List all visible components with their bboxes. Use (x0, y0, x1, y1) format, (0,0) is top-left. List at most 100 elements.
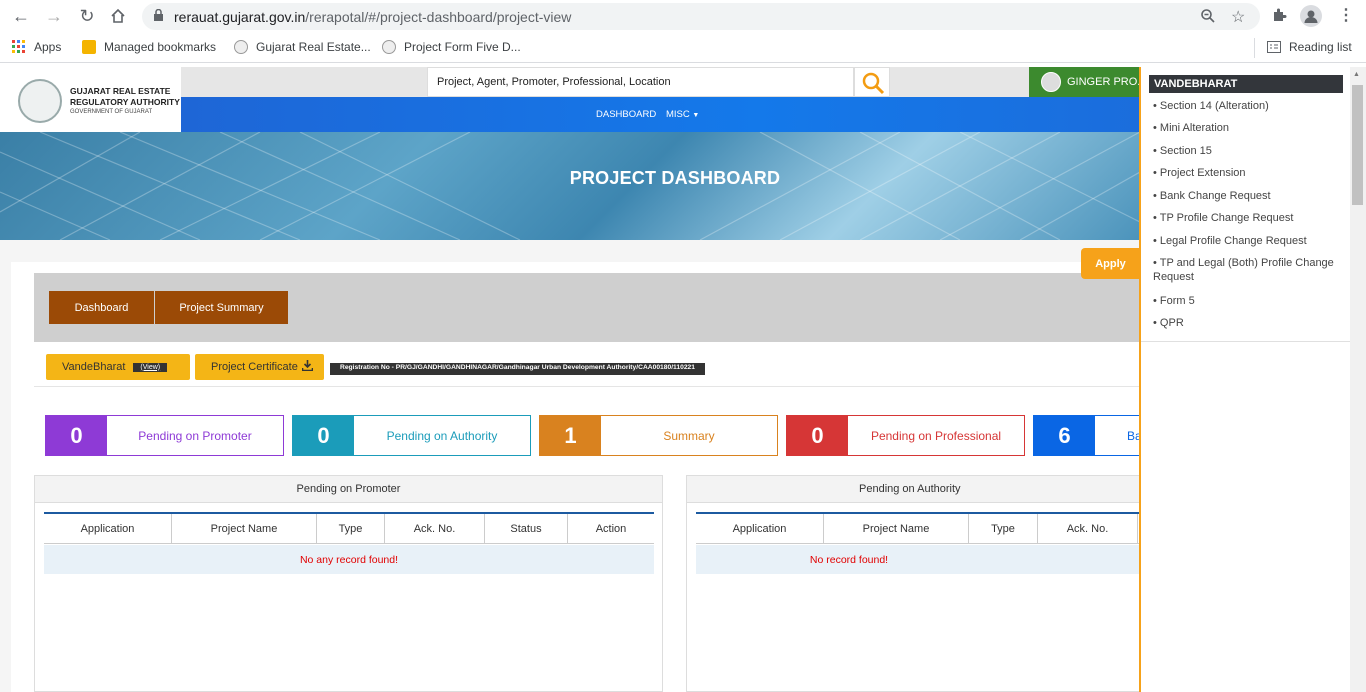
caret-down-icon: ▼ (692, 112, 700, 119)
panel-title: Pending on Promoter (35, 476, 662, 503)
user-name: GINGER PRO... (1067, 76, 1147, 88)
stat-pending-on-professional[interactable]: 0 Pending on Professional (786, 415, 1025, 456)
scroll-up-arrow-icon[interactable]: ▲ (1353, 71, 1360, 78)
reading-list-icon (1267, 40, 1281, 54)
bookmark-apps[interactable]: Apps (12, 40, 61, 54)
apps-grid-icon (12, 40, 26, 54)
scrollbar-thumb[interactable] (1352, 85, 1363, 205)
dropdown-item[interactable]: • Form 5 (1153, 294, 1343, 308)
search-input[interactable]: Project, Agent, Promoter, Professional, … (427, 67, 854, 97)
apply-button[interactable]: Apply (1081, 248, 1140, 279)
column-header: Type (317, 514, 385, 544)
stat-count: 0 (787, 416, 848, 455)
stat-summary[interactable]: 1 Summary (539, 415, 778, 456)
bookmark-project-form[interactable]: Project Form Five D... (382, 40, 521, 54)
stat-pending-on-promoter[interactable]: 0 Pending on Promoter (45, 415, 284, 456)
home-icon[interactable] (107, 5, 129, 27)
table-header: Application Project Name Type Ack. No. (696, 512, 1142, 544)
address-bar[interactable]: rerauat.gujarat.gov.in/rerapotal/#/proje… (142, 3, 1260, 30)
empty-table-message: No record found! (696, 545, 1142, 574)
registration-number-badge: Registration No - PR/GJ/GANDHI/GANDHINAG… (330, 363, 705, 375)
dropdown-item[interactable]: • Legal Profile Change Request (1153, 234, 1343, 248)
project-certificate-button[interactable]: Project Certificate (195, 354, 324, 380)
star-icon[interactable]: ☆ (1231, 7, 1245, 27)
folder-icon (82, 40, 96, 54)
column-header: Status (485, 514, 568, 544)
empty-table-message: No any record found! (44, 545, 654, 574)
stat-count: 0 (46, 416, 107, 455)
certificate-label: Project Certificate (211, 361, 298, 373)
bookmark-divider (1254, 38, 1255, 58)
bookmark-gujarat-rera[interactable]: Gujarat Real Estate... (234, 40, 371, 54)
url-text: rerauat.gujarat.gov.in/rerapotal/#/proje… (174, 9, 572, 25)
vandebharat-dropdown: VANDEBHARAT • Section 14 (Alteration) • … (1139, 67, 1352, 692)
search-button[interactable] (854, 67, 890, 97)
page-scrollbar[interactable]: ▲ (1350, 67, 1366, 692)
nav-misc[interactable]: MISC ▼ (666, 109, 699, 120)
page-title: PROJECT DASHBOARD (569, 168, 781, 188)
column-header: Type (969, 514, 1038, 544)
dropdown-title: VANDEBHARAT (1149, 75, 1343, 93)
main-navbar: DASHBOARD MISC ▼ (181, 97, 1141, 132)
panel-pending-on-authority: Pending on Authority Application Project… (686, 475, 1142, 692)
stat-label: Ba (1127, 428, 1142, 443)
bookmark-managed[interactable]: Managed bookmarks (82, 40, 216, 54)
user-menu[interactable]: GINGER PRO... (1029, 67, 1146, 97)
column-header: Application (696, 514, 824, 544)
stat-count: 1 (540, 416, 601, 455)
reload-icon[interactable]: ↻ (76, 5, 98, 27)
reading-list-label: Reading list (1289, 40, 1352, 54)
dropdown-item[interactable]: • Section 15 (1153, 144, 1343, 158)
profile-icon[interactable] (1300, 5, 1322, 27)
column-header: Action (595, 523, 627, 535)
column-header: Ack. No. (385, 514, 485, 544)
stat-label: Pending on Professional (870, 428, 1002, 443)
dropdown-item[interactable]: • TP Profile Change Request (1153, 211, 1343, 225)
forward-arrow-icon[interactable]: → (43, 5, 65, 27)
dropdown-item[interactable]: • TP and Legal (Both) Profile Change Req… (1153, 256, 1343, 284)
stat-fifth[interactable]: 6 Ba (1033, 415, 1142, 456)
menu-kebab-icon[interactable]: ⋮ (1338, 5, 1354, 25)
tab-project-summary[interactable]: Project Summary (155, 291, 288, 324)
panel-pending-on-promoter: Pending on Promoter Application Project … (34, 475, 663, 692)
bookmarks-bar: Apps Managed bookmarks Gujarat Real Esta… (0, 33, 1366, 63)
column-header: Ack. No. (1038, 514, 1138, 544)
government-seal-icon (18, 79, 62, 123)
bookmark-label: Gujarat Real Estate... (256, 40, 371, 54)
column-header: Project Name (824, 514, 969, 544)
divider (34, 386, 1140, 387)
logo-subtitle: GOVERNMENT OF GUJARAT (70, 109, 153, 115)
dropdown-item[interactable]: • Section 14 (Alteration) (1153, 99, 1343, 113)
dropdown-divider (1141, 341, 1352, 342)
stat-count: 0 (293, 416, 354, 455)
back-arrow-icon[interactable]: ← (10, 5, 32, 27)
avatar (1041, 72, 1061, 92)
search-icon (861, 71, 885, 98)
extensions-icon[interactable] (1271, 7, 1287, 26)
nav-dashboard[interactable]: DASHBOARD (596, 109, 656, 120)
zoom-icon[interactable] (1200, 8, 1216, 27)
dropdown-item[interactable]: • QPR (1153, 316, 1343, 330)
stat-count: 6 (1034, 416, 1095, 455)
browser-toolbar: ← → ↻ rerauat.gujarat.gov.in/rerapotal/#… (0, 0, 1366, 33)
page-banner: PROJECT DASHBOARD (0, 132, 1140, 240)
dropdown-item[interactable]: • Project Extension (1153, 166, 1343, 180)
stat-label: Pending on Promoter (138, 428, 252, 443)
rera-logo[interactable]: GUJARAT REAL ESTATE REGULATORY AUTHORITY… (10, 67, 181, 132)
bookmark-label: Managed bookmarks (104, 40, 217, 54)
reading-list-button[interactable]: Reading list (1267, 40, 1352, 54)
panel-title: Pending on Authority (687, 476, 1141, 503)
site-favicon-icon (234, 40, 248, 54)
stat-label: Summary (663, 428, 715, 443)
lock-icon (153, 8, 164, 25)
dropdown-item[interactable]: • Bank Change Request (1153, 189, 1343, 203)
vandebharat-button[interactable]: VandeBharat (View) (46, 354, 190, 380)
bookmark-label: Project Form Five D... (404, 40, 521, 54)
tab-dashboard[interactable]: Dashboard (49, 291, 154, 324)
view-link[interactable]: (View) (133, 362, 168, 372)
column-header: Project Name (172, 514, 317, 544)
stat-pending-on-authority[interactable]: 0 Pending on Authority (292, 415, 531, 456)
dropdown-item[interactable]: • Mini Alteration (1153, 121, 1343, 135)
bookmark-label: Apps (34, 40, 62, 54)
site-favicon-icon (382, 40, 396, 54)
